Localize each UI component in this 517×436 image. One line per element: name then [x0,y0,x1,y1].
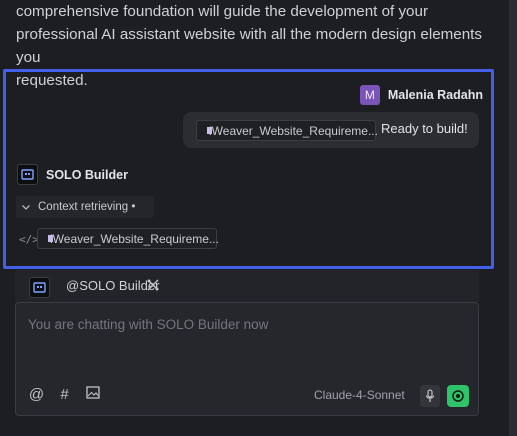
bot-message-header: SOLO Builder [17,164,128,185]
user-avatar: M [359,85,380,105]
context-retrieving-label: Context retrieving • [38,201,136,213]
bot-name: SOLO Builder [46,167,128,182]
user-message-header: M Malenia Radahn [359,85,483,105]
scrollbar[interactable] [509,0,517,436]
composer-tools: @ # [28,386,101,403]
image-icon[interactable] [84,386,101,403]
bot-attachment-chip[interactable]: iWeaver_Website_Requireme... [37,228,219,249]
model-selector[interactable]: Claude-4-Sonnet [314,388,405,402]
solo-builder-icon [17,164,38,185]
composer-header: @SOLO Builder [15,270,479,302]
bot-attachment-name: iWeaver_Website_Requireme... [50,231,219,246]
user-name: Malenia Radahn [387,88,483,102]
user-message-text: Ready to build! [381,121,468,136]
at-mention-icon[interactable]: @ [28,386,45,403]
tools-icon[interactable] [146,278,160,297]
message-input[interactable]: You are chatting with SOLO Builder now [28,317,268,332]
user-attachment-name: iWeaver_Website_Requireme... [209,123,378,138]
user-message-bubble: iWeaver_Website_Requireme... Ready to bu… [183,112,479,148]
chat-panel: comprehensive foundation will guide the … [0,0,517,436]
solo-builder-icon [29,277,50,298]
chevron-down-icon [22,205,30,210]
code-icon: </> [19,233,39,246]
context-retrieving-toggle[interactable]: Context retrieving • [16,196,154,218]
send-icon [452,390,464,402]
microphone-button[interactable] [420,385,440,407]
hashtag-icon[interactable]: # [56,386,73,403]
microphone-icon [425,389,435,402]
user-attachment-chip[interactable]: iWeaver_Website_Requireme... [196,120,378,141]
send-button[interactable] [447,385,469,407]
message-composer[interactable]: You are chatting with SOLO Builder now @… [15,302,479,416]
